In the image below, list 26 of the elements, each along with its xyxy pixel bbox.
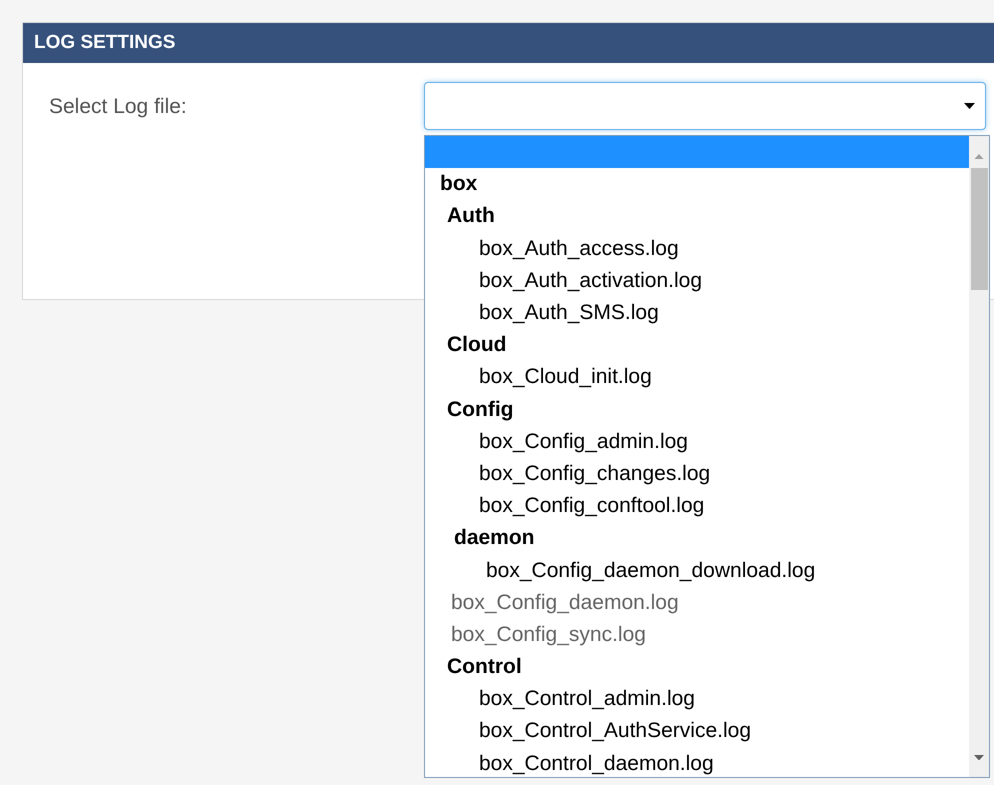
scrollbar-thumb[interactable] [970,168,988,290]
dropdown-option[interactable]: box_Control_daemon.log [425,748,969,777]
scroll-down-icon [974,754,984,760]
dropdown-option[interactable]: box_Config_admin.log [425,426,969,458]
dropdown-option[interactable]: box_Auth_activation.log [425,264,969,297]
field-label: Select Log file: [49,95,188,119]
option-group-label: Auth [446,203,496,230]
dropdown-option[interactable]: box_Config_changes.log [425,458,969,490]
option-group-label: Control [446,654,523,680]
panel-header: LOG SETTINGS [23,23,994,63]
dropdown-option[interactable]: box_Config_daemon_download.log [425,554,969,587]
dropdown-option[interactable]: box_Auth_SMS.log [425,296,969,330]
dropdown-option[interactable]: box_Auth_access.log [425,232,969,265]
dropdown-option[interactable]: box_Cloud_init.log [425,361,969,394]
dropdown-option[interactable] [425,136,969,168]
caret-icon [964,102,975,110]
option-group-label: Cloud [446,332,508,358]
option-group-label: daemon [453,525,536,552]
scroll-up-icon [974,154,984,159]
dropdown-option[interactable]: box_Control_admin.log [425,683,969,716]
scrollbar[interactable] [969,136,989,777]
log-file-select[interactable] [424,82,986,130]
option-group-label: box [439,171,478,198]
dropdown-option[interactable]: box_Control_AuthService.log [425,715,969,748]
option-group-label: Config [446,396,514,423]
dropdown-option[interactable]: box_Config_conftool.log [425,490,969,522]
